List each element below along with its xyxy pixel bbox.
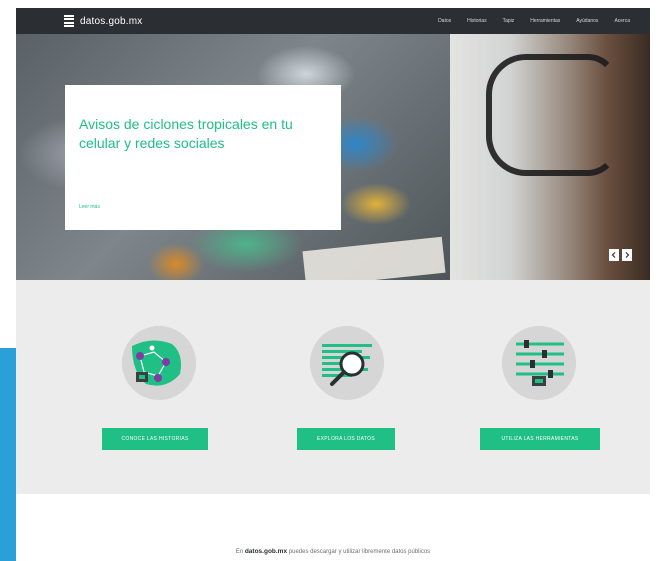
magnifier-data-icon [310, 326, 384, 400]
hero-title[interactable]: Avisos de ciclones tropicales en tu celu… [79, 115, 334, 153]
datos-illustration [310, 326, 384, 400]
glasses-shape [486, 54, 618, 176]
intro-suffix: puedes descargar y utilizar libremente d… [288, 549, 431, 555]
nav-item-ayudanos[interactable]: Ayúdanos [576, 18, 598, 24]
nav-item-historias[interactable]: Historias [467, 18, 486, 24]
datos-button[interactable]: EXPLORA LOS DATOS [297, 428, 395, 450]
nav-item-acerca[interactable]: Acerca [614, 18, 630, 24]
carousel-prev-button[interactable] [609, 249, 619, 261]
intro-text: En datos.gob.mx puedes descargar y utili… [16, 548, 650, 555]
historias-illustration [122, 326, 196, 400]
nav-item-tapiz[interactable]: Tapiz [503, 18, 515, 24]
carousel-next-button[interactable] [622, 249, 632, 261]
intro-prefix: En [235, 549, 244, 555]
logo-icon [64, 14, 74, 28]
logo-text: datos.gob.mx [80, 15, 143, 27]
herramientas-illustration [502, 326, 576, 400]
nav-item-datos[interactable]: Datos [438, 18, 451, 24]
top-navbar: datos.gob.mx Datos Historias Tapiz Herra… [16, 8, 650, 34]
hero-card: Avisos de ciclones tropicales en tu celu… [65, 85, 341, 230]
features-section: CONOCE LAS HISTORIAS EXPLORA LOS DATOS U… [16, 280, 650, 494]
main-menu: Datos Historias Tapiz Herramientas Ayúda… [438, 18, 630, 24]
map-network-icon [122, 326, 196, 400]
site-logo[interactable]: datos.gob.mx [64, 14, 143, 28]
nav-item-herramientas[interactable]: Herramientas [530, 18, 560, 24]
side-accent-bar [0, 348, 16, 561]
herramientas-button[interactable]: UTILIZA LAS HERRAMIENTAS [480, 428, 600, 450]
carousel-controls [609, 249, 632, 261]
intro-site-name[interactable]: datos.gob.mx [245, 548, 287, 555]
hero-carousel: Avisos de ciclones tropicales en tu celu… [16, 34, 650, 280]
historias-button[interactable]: CONOCE LAS HISTORIAS [102, 428, 208, 450]
chevron-right-icon [625, 252, 630, 258]
chevron-left-icon [611, 252, 616, 258]
read-more-link[interactable]: Leer más [79, 204, 100, 210]
sliders-tools-icon [502, 326, 576, 400]
